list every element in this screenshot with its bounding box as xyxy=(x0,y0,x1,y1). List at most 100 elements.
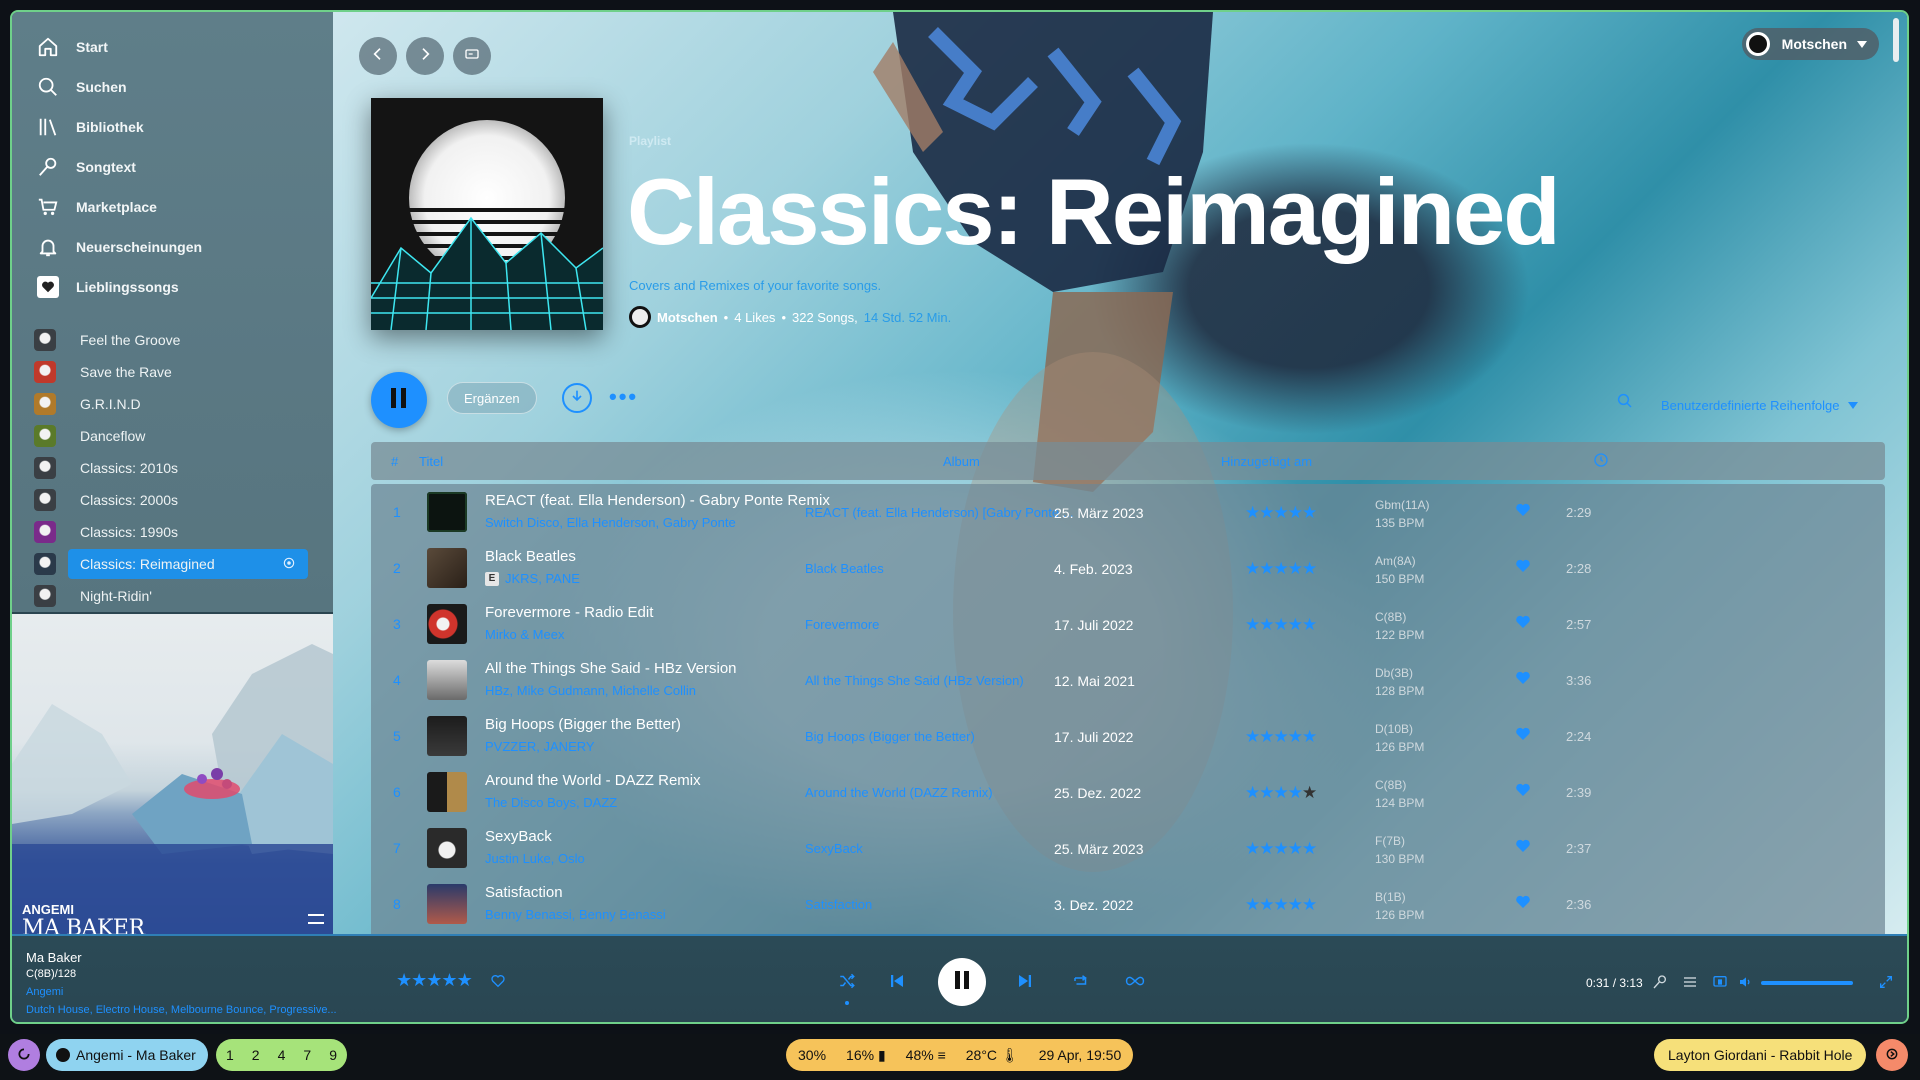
track-rating[interactable]: ★★★★★ xyxy=(1245,783,1317,803)
heart-filled-icon[interactable] xyxy=(1515,502,1533,520)
track-album[interactable]: All the Things She Said (HBz Version) xyxy=(805,673,1095,688)
star-icon[interactable]: ★ xyxy=(1274,839,1289,858)
player-rating[interactable]: ★★★★★ xyxy=(396,970,473,991)
heart-filled-icon[interactable] xyxy=(1515,782,1533,800)
menu-icon[interactable] xyxy=(308,914,324,924)
col-title[interactable]: Titel xyxy=(419,454,443,469)
previous-button[interactable] xyxy=(888,972,906,995)
playlist-item-active[interactable]: Classics: Reimagined xyxy=(34,549,324,579)
star-icon[interactable]: ★ xyxy=(1288,783,1303,802)
col-added[interactable]: Hinzugefügt am xyxy=(1221,454,1312,469)
volume-slider[interactable] xyxy=(1761,981,1853,985)
star-icon[interactable]: ★ xyxy=(457,970,473,990)
more-options-button[interactable]: ••• xyxy=(609,384,638,410)
star-icon[interactable]: ★ xyxy=(1288,503,1303,522)
star-icon[interactable]: ★ xyxy=(1302,783,1317,802)
player-pause-button[interactable] xyxy=(938,958,986,1006)
nav-search[interactable]: Suchen xyxy=(36,72,127,102)
star-icon[interactable]: ★ xyxy=(1274,503,1289,522)
search-in-playlist-button[interactable] xyxy=(1616,392,1634,415)
playlist-item[interactable]: Classics: 2000s xyxy=(34,486,324,514)
star-icon[interactable]: ★ xyxy=(1259,727,1274,746)
star-icon[interactable]: ★ xyxy=(1259,503,1274,522)
volume-button[interactable] xyxy=(1738,974,1754,995)
repeat-button[interactable] xyxy=(1072,972,1090,995)
scrollbar-thumb[interactable] xyxy=(1893,18,1899,62)
table-row[interactable]: 2 Black Beatles E JKRS, PANE Black Beatles 4.… xyxy=(371,540,1885,596)
table-row[interactable]: 4 All the Things She Said - HBz Version HB… xyxy=(371,652,1885,708)
track-artists[interactable]: Switch Disco, Ella Henderson, Gabry Pont… xyxy=(485,515,736,530)
workspace-item[interactable]: 1 xyxy=(226,1047,234,1063)
nav-liked-songs[interactable]: Lieblingssongs xyxy=(36,272,179,302)
star-icon[interactable]: ★ xyxy=(1302,839,1317,858)
track-rating[interactable]: ★★★★★ xyxy=(1245,727,1317,747)
track-album[interactable]: Big Hoops (Bigger the Better) xyxy=(805,729,1095,744)
track-rating[interactable]: ★★★★★ xyxy=(1245,839,1317,859)
nav-library[interactable]: Bibliothek xyxy=(36,112,144,142)
taskbar-right-track[interactable]: Layton Giordani - Rabbit Hole xyxy=(1654,1039,1867,1071)
forward-button[interactable] xyxy=(406,37,444,75)
star-icon[interactable]: ★ xyxy=(1245,839,1260,858)
workspace-item[interactable]: 2 xyxy=(252,1047,260,1063)
table-row[interactable]: 7 SexyBack Justin Luke, Oslo SexyBack 25. Mä… xyxy=(371,820,1885,876)
track-album[interactable]: Around the World (DAZZ Remix) xyxy=(805,785,1095,800)
add-songs-button[interactable]: Ergänzen xyxy=(447,382,537,414)
star-icon[interactable]: ★ xyxy=(1259,783,1274,802)
queue-button[interactable] xyxy=(1682,974,1698,995)
star-icon[interactable]: ★ xyxy=(396,970,412,990)
track-rating[interactable]: ★★★★★ xyxy=(1245,895,1317,915)
track-rating[interactable]: ★★★★★ xyxy=(1245,615,1317,635)
star-icon[interactable]: ★ xyxy=(1274,727,1289,746)
star-icon[interactable]: ★ xyxy=(1288,559,1303,578)
track-artists[interactable]: Mirko & Meex xyxy=(485,627,564,642)
table-row[interactable]: 6 Around the World - DAZZ Remix The Disco … xyxy=(371,764,1885,820)
lyrics-button[interactable] xyxy=(1652,974,1668,995)
workspace-item[interactable]: 9 xyxy=(329,1047,337,1063)
table-row[interactable]: 3 Forevermore - Radio Edit Mirko & Meex For… xyxy=(371,596,1885,652)
playlist-item[interactable]: Save the Rave xyxy=(34,358,324,386)
track-rating[interactable]: ★★★★★ xyxy=(1245,503,1317,523)
col-album[interactable]: Album xyxy=(943,454,980,469)
playlist-item[interactable]: Classics: 2010s xyxy=(34,454,324,482)
star-icon[interactable]: ★ xyxy=(1302,615,1317,634)
table-row[interactable]: 5 Big Hoops (Bigger the Better) PVZZER, JA… xyxy=(371,708,1885,764)
star-icon[interactable]: ★ xyxy=(1259,559,1274,578)
star-icon[interactable]: ★ xyxy=(1245,727,1260,746)
now-playing-artist[interactable]: Angemi xyxy=(26,986,63,998)
track-artists[interactable]: PVZZER, JANERY xyxy=(485,739,595,754)
like-button[interactable] xyxy=(490,973,506,994)
playlist-item[interactable]: Feel the Groove xyxy=(34,326,324,354)
heart-filled-icon[interactable] xyxy=(1515,894,1533,912)
star-icon[interactable]: ★ xyxy=(411,970,427,990)
user-menu-button[interactable]: Motschen xyxy=(1741,28,1879,60)
star-icon[interactable]: ★ xyxy=(1259,839,1274,858)
download-button[interactable] xyxy=(562,383,592,413)
shuffle-button[interactable] xyxy=(838,972,856,1005)
taskbar-now-playing[interactable]: Angemi - Ma Baker xyxy=(46,1039,208,1071)
power-button[interactable] xyxy=(1876,1039,1908,1071)
nav-marketplace[interactable]: Marketplace xyxy=(36,192,157,222)
infinite-play-button[interactable] xyxy=(1124,972,1146,995)
playlist-item[interactable]: Night-Ridin' xyxy=(34,582,324,610)
workspace-item[interactable]: 4 xyxy=(278,1047,286,1063)
track-artists[interactable]: JKRS, PANE xyxy=(505,571,580,586)
now-playing-title[interactable]: Ma Baker xyxy=(26,950,82,965)
nav-start[interactable]: Start xyxy=(36,32,108,62)
playlist-owner[interactable]: Motschen xyxy=(657,310,718,325)
track-artists[interactable]: The Disco Boys, DAZZ xyxy=(485,795,617,810)
star-icon[interactable]: ★ xyxy=(1245,895,1260,914)
heart-filled-icon[interactable] xyxy=(1515,726,1533,744)
star-icon[interactable]: ★ xyxy=(1245,559,1260,578)
now-playing-cover-large[interactable]: ANGEMI MA BAKER xyxy=(12,614,333,934)
nav-new-releases[interactable]: Neuerscheinungen xyxy=(36,232,202,262)
star-icon[interactable]: ★ xyxy=(1259,615,1274,634)
sort-dropdown[interactable]: Benutzerdefinierte Reihenfolge xyxy=(1661,398,1858,413)
track-album[interactable]: REACT (feat. Ella Henderson) [Gabry Pont… xyxy=(805,505,1095,520)
track-album[interactable]: Forevermore xyxy=(805,617,1095,632)
table-row[interactable]: 1 REACT (feat. Ella Henderson) - Gabry Po… xyxy=(371,484,1885,540)
heart-filled-icon[interactable] xyxy=(1515,614,1533,632)
playlist-item[interactable]: Danceflow xyxy=(34,422,324,450)
star-icon[interactable]: ★ xyxy=(1288,727,1303,746)
fullscreen-button[interactable] xyxy=(1878,974,1894,995)
star-icon[interactable]: ★ xyxy=(1274,783,1289,802)
